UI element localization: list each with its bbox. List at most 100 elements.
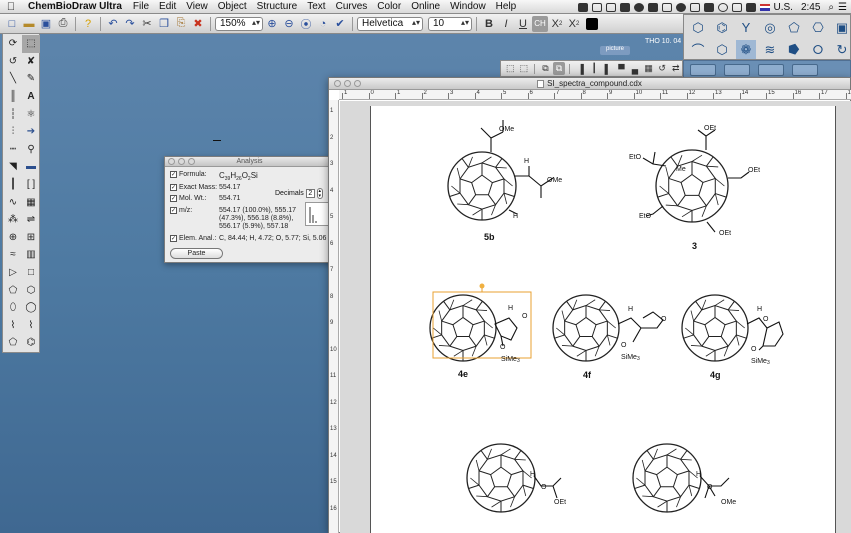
show-stereo-icon[interactable]: ◔ <box>315 16 331 32</box>
table-tool-icon[interactable]: ▦ <box>22 193 40 211</box>
rotate-3d-tool-icon[interactable]: ↺ <box>4 53 22 71</box>
drawing-canvas[interactable]: OMe H OMe H 5b OEt EtO Me OEt EtO OEt 3 … <box>340 101 851 533</box>
notification-icon[interactable]: ☰ <box>838 2 847 13</box>
menubar-clock[interactable]: 2:45 <box>801 2 820 13</box>
align-right-icon[interactable]: ▌ <box>602 62 615 75</box>
ungroup-icon[interactable]: ⬚ <box>518 62 531 75</box>
wifi-icon[interactable] <box>717 2 728 12</box>
dashed-bond-tool-icon[interactable]: ┆ <box>4 105 22 123</box>
bicyclic-template-icon[interactable]: ⌬ <box>712 18 732 37</box>
color-swatch[interactable] <box>586 17 598 30</box>
multiple-bond-tool-icon[interactable]: ║ <box>4 88 22 106</box>
close-button[interactable] <box>334 80 341 87</box>
status-icon-b[interactable] <box>605 2 616 12</box>
zoom-out-icon[interactable]: ⊖ <box>281 16 297 32</box>
flag-icon[interactable] <box>759 3 770 11</box>
cyclopropane-tool-icon[interactable]: ▷ <box>4 264 22 282</box>
cyclohexane-tool-icon[interactable]: ⬡ <box>22 281 40 299</box>
status-icon-a[interactable] <box>591 2 602 12</box>
rotate-icon[interactable]: ↺ <box>656 62 669 75</box>
save-icon[interactable]: ▣ <box>38 16 54 32</box>
elem-anal-checkbox[interactable]: ✓ <box>170 235 177 242</box>
redo-icon[interactable]: ↷ <box>122 16 138 32</box>
zoom-button[interactable] <box>188 158 195 165</box>
undo-icon[interactable]: ↶ <box>105 16 121 32</box>
new-document-icon[interactable]: □ <box>4 16 20 32</box>
eraser-tool-icon[interactable]: ✘ <box>22 53 40 71</box>
zoom-select[interactable]: 150% ▴▾ <box>215 16 263 31</box>
cycle-template-icon[interactable]: ↻ <box>832 40 851 59</box>
template-tab[interactable] <box>758 64 784 76</box>
menu-online[interactable]: Online <box>406 1 445 12</box>
fullerene-template-icon[interactable]: ◎ <box>760 18 780 37</box>
align-top-icon[interactable]: ▀ <box>615 62 628 75</box>
marquee-tool-icon[interactable]: ⬚ <box>22 35 40 53</box>
fit-to-window-icon[interactable]: ⦿ <box>298 16 314 32</box>
compound-label-4f[interactable]: 4f <box>583 370 591 380</box>
template-tab[interactable] <box>792 64 818 76</box>
time-machine-icon[interactable] <box>675 2 686 12</box>
lasso-tool-icon[interactable]: ⟳ <box>4 35 22 53</box>
template-tab[interactable] <box>690 64 716 76</box>
compound-label-4g[interactable]: 4g <box>710 370 721 380</box>
chain-tool-icon[interactable]: ⁂ <box>4 211 22 229</box>
font-select[interactable]: Helvetica ▴▾ <box>357 16 423 31</box>
minimize-button[interactable] <box>178 158 185 165</box>
tlc-tool-icon[interactable]: ▥ <box>22 246 40 264</box>
bluetooth-icon[interactable] <box>703 2 714 12</box>
document-page[interactable]: OMe H OMe H 5b OEt EtO Me OEt EtO OEt 3 … <box>370 106 836 533</box>
arrow-template-icon[interactable]: ⭓ <box>784 40 804 59</box>
bold-button[interactable]: B <box>481 16 497 32</box>
peptide-tool-icon[interactable]: ≈ <box>4 246 22 264</box>
decimals-stepper[interactable]: ▴ ▾ <box>316 188 323 199</box>
glassware-template-icon[interactable]: ⭘ <box>808 40 828 59</box>
compound-label-3[interactable]: 3 <box>692 241 697 251</box>
polymer-template-icon[interactable]: ≋ <box>760 40 780 59</box>
chair-tool-icon-2[interactable]: ⌇ <box>22 317 40 335</box>
menu-window[interactable]: Window <box>445 1 491 12</box>
bold-bond-tool-icon[interactable]: ┃ <box>4 176 22 194</box>
app-menu[interactable]: ChemBioDraw Ultra <box>22 1 128 12</box>
cycloheptane-tool-icon[interactable]: ⬯ <box>4 299 22 317</box>
hashed-wedge-tool-icon[interactable]: ┉ <box>4 141 22 159</box>
check-structure-icon[interactable]: ✔ <box>332 16 348 32</box>
close-button[interactable] <box>168 158 175 165</box>
wedge-bond-tool-icon[interactable]: ◥ <box>4 158 22 176</box>
menu-edit[interactable]: Edit <box>154 1 181 12</box>
chemical-style-button[interactable]: CH <box>532 15 548 32</box>
bring-front-icon[interactable]: ⧉ <box>539 62 552 75</box>
analysis-titlebar[interactable]: Analysis <box>165 157 334 167</box>
minimize-button[interactable] <box>344 80 351 87</box>
mol-wt-checkbox[interactable]: ✓ <box>170 195 177 202</box>
cyclobutane-tool-icon[interactable]: □ <box>22 264 40 282</box>
amino-acid-template-icon[interactable]: Y <box>736 18 756 37</box>
display-icon[interactable] <box>689 2 700 12</box>
zoom-in-icon[interactable]: ⊕ <box>264 16 280 32</box>
solid-bond-tool-icon[interactable]: ╲ <box>4 70 22 88</box>
rectangle-tool-icon[interactable]: ▬ <box>22 158 40 176</box>
menu-curves[interactable]: Curves <box>331 1 373 12</box>
align-left-icon[interactable]: ▐ <box>574 62 587 75</box>
compound-label-4e[interactable]: 4e <box>458 369 468 379</box>
menu-file[interactable]: File <box>128 1 154 12</box>
status-icon-d[interactable] <box>633 2 644 12</box>
help-icon[interactable]: ? <box>80 16 96 32</box>
ring-template-icon[interactable]: ⬡ <box>712 40 732 59</box>
menu-color[interactable]: Color <box>372 1 406 12</box>
spotlight-icon[interactable]: ⌕ <box>828 2 834 13</box>
italic-button[interactable]: I <box>498 16 514 32</box>
copy-icon[interactable]: ❐ <box>156 16 172 32</box>
atom-map-tool-icon[interactable]: ⊕ <box>4 229 22 247</box>
chair-tool-icon-1[interactable]: ⌇ <box>4 317 22 335</box>
compound-label-5b[interactable]: 5b <box>484 232 495 242</box>
decimals-field[interactable]: 2 <box>305 189 315 198</box>
paste-button[interactable]: Paste <box>170 248 223 259</box>
menu-text[interactable]: Text <box>302 1 330 12</box>
cyclooctane-tool-icon[interactable]: ◯ <box>22 299 40 317</box>
menu-help[interactable]: Help <box>491 1 522 12</box>
input-source[interactable]: U.S. <box>774 2 793 13</box>
group-icon[interactable]: ⬚ <box>504 62 517 75</box>
shield-icon[interactable] <box>647 2 658 12</box>
benzene-tool-icon[interactable]: ⌬ <box>22 334 40 352</box>
battery-icon[interactable] <box>745 2 756 12</box>
